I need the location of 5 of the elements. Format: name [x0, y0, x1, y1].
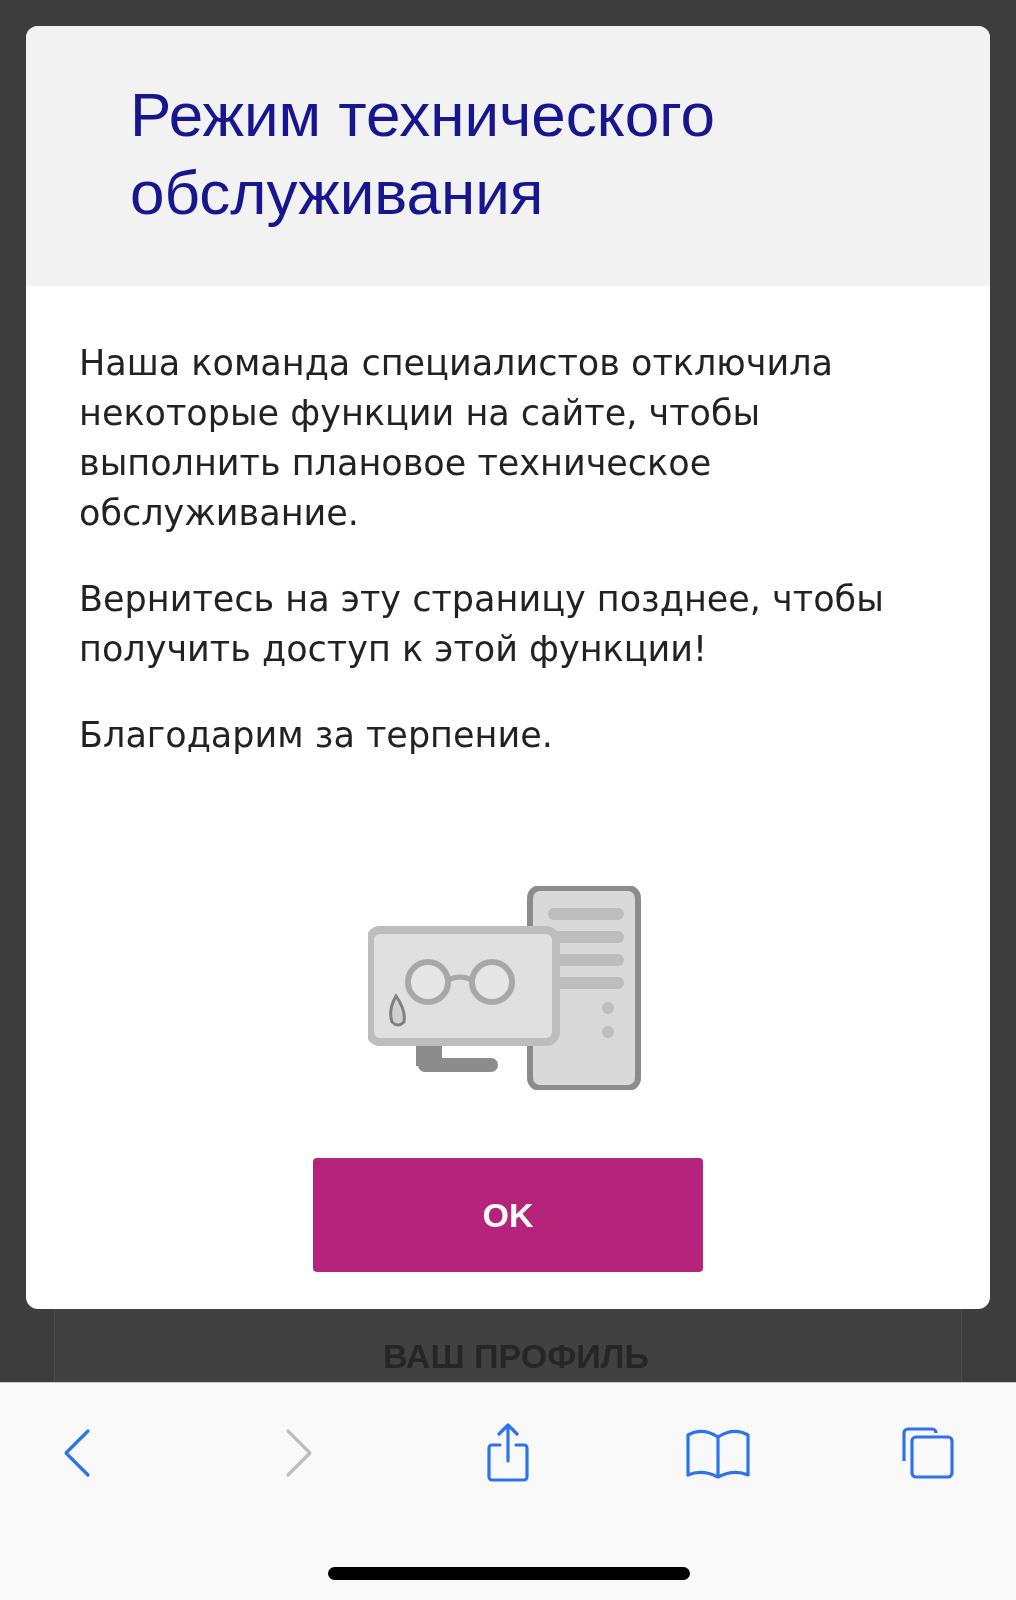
ok-button[interactable]: OK: [313, 1158, 703, 1272]
message-text: Наша команда специалистов отключила некоторые функции на сайте, чтобы выполнить плановое техническое обслуживание.: [79, 342, 835, 535]
dialog-title: Режим технического обслуживания: [130, 79, 716, 229]
message-text: Благодарим за терпение.: [79, 714, 554, 757]
message-text: Вернитесь на эту страницу позднее, чтобы получить доступ к этой функции!: [79, 578, 885, 671]
